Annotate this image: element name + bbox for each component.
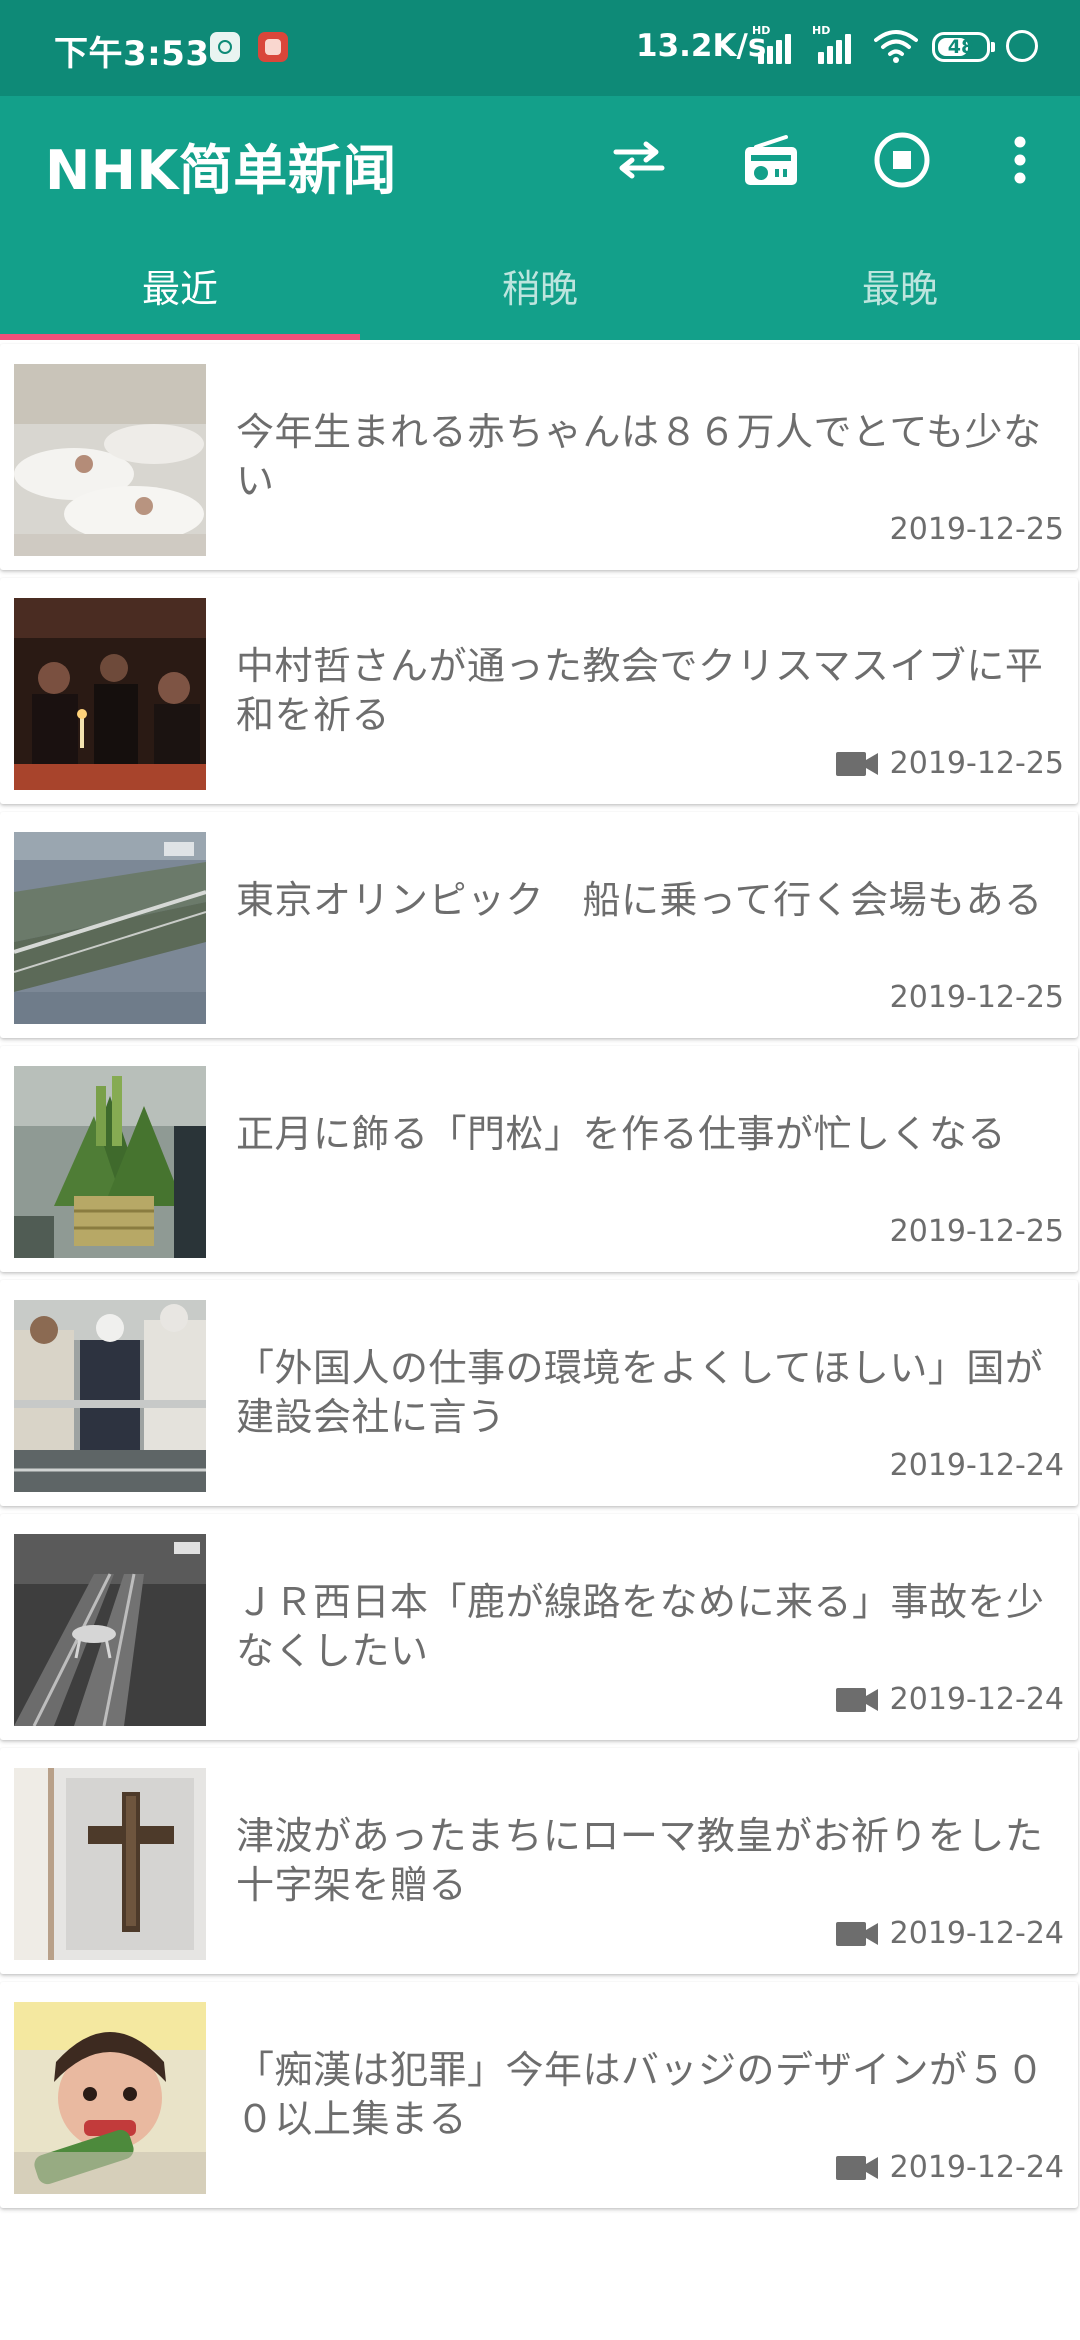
news-date: 2019-12-25 (889, 746, 1064, 781)
news-title: ＪＲ西日本「鹿が線路をなめに来る」事故を少なくしたい (236, 1580, 1045, 1673)
news-date: 2019-12-25 (889, 980, 1064, 1015)
battery-icon: 48 (932, 32, 995, 62)
more-vert-icon (1014, 136, 1026, 184)
status-time: 下午3:53 (54, 34, 210, 74)
news-item[interactable]: 津波があったまちにローマ教皇がお祈りをした十字架を贈る 2019-12-24 (0, 1748, 1078, 1974)
news-title: 中村哲さんが通った教会でクリスマスイブに平和を祈る (236, 644, 1044, 737)
news-thumbnail (14, 2002, 206, 2194)
status-bar: 下午3:53 13.2K/s HD HD 48 (0, 0, 1080, 96)
news-title: 今年生まれる赤ちゃんは８６万人でとても少ない (236, 410, 1042, 503)
news-date: 2019-12-24 (889, 1916, 1064, 1951)
news-item[interactable]: 東京オリンピック 船に乗って行く会場もある 2019-12-25 (0, 812, 1078, 1038)
news-title: 東京オリンピック 船に乗って行く会場もある (236, 878, 1043, 922)
hd-badge: HD (812, 24, 831, 37)
news-item[interactable]: ＪＲ西日本「鹿が線路をなめに来る」事故を少なくしたい 2019-12-24 (0, 1514, 1078, 1740)
radio-icon (745, 135, 797, 185)
more-options-button[interactable] (984, 124, 1056, 196)
swap-button[interactable] (603, 124, 675, 196)
news-item[interactable]: 中村哲さんが通った教会でクリスマスイブに平和を祈る 2019-12-25 (0, 578, 1078, 804)
video-camera-icon (836, 2156, 878, 2180)
video-camera-icon (836, 1922, 878, 1946)
tab-later[interactable]: 稍晚 (360, 242, 720, 340)
app-notification-icon (210, 32, 240, 62)
news-date: 2019-12-24 (889, 1448, 1064, 1483)
cellular-signal-icon: HD (812, 24, 856, 64)
tab-bar: 最近 稍晚 最晚 (0, 242, 1080, 340)
news-date: 2019-12-24 (889, 2150, 1064, 2185)
news-thumbnail (14, 364, 206, 556)
news-title: 「外国人の仕事の環境をよくしてほしい」国が建設会社に言う (236, 1346, 1044, 1439)
news-item[interactable]: 「外国人の仕事の環境をよくしてほしい」国が建設会社に言う 2019-12-24 (0, 1280, 1078, 1506)
news-thumbnail (14, 1768, 206, 1960)
news-item[interactable]: 正月に飾る「門松」を作る仕事が忙しくなる 2019-12-25 (0, 1046, 1078, 1272)
news-item[interactable]: 今年生まれる赤ちゃんは８６万人でとても少ない 2019-12-25 (0, 344, 1078, 570)
battery-level: 48 (947, 36, 975, 58)
hd-badge: HD (752, 24, 771, 37)
tab-indicator (0, 334, 360, 340)
tab-recent[interactable]: 最近 (0, 242, 360, 340)
news-date: 2019-12-25 (889, 512, 1064, 547)
video-camera-icon (836, 1688, 878, 1712)
news-thumbnail (14, 832, 206, 1024)
news-date: 2019-12-25 (889, 1214, 1064, 1249)
network-speed: 13.2K/s (636, 28, 767, 64)
data-saver-icon (1006, 30, 1038, 62)
news-title: 津波があったまちにローマ教皇がお祈りをした十字架を贈る (236, 1814, 1044, 1907)
news-title: 正月に飾る「門松」を作る仕事が忙しくなる (236, 1112, 1007, 1156)
video-camera-icon (836, 752, 878, 776)
app-title: NHK简单新闻 (45, 139, 397, 202)
app-bar: NHK简单新闻 最近 稍晚 最晚 (0, 96, 1080, 340)
swap-arrows-icon (613, 141, 665, 179)
news-thumbnail (14, 1300, 206, 1492)
app-notification-icon (258, 32, 288, 62)
tab-latest[interactable]: 最晚 (720, 242, 1080, 340)
news-date: 2019-12-24 (889, 1682, 1064, 1717)
wifi-icon (874, 30, 918, 63)
stop-button[interactable] (866, 124, 938, 196)
radio-button[interactable] (735, 124, 807, 196)
stop-circle-icon (874, 132, 930, 188)
news-item[interactable]: 「痴漢は犯罪」今年はバッジのデザインが５００以上集まる 2019-12-24 (0, 1982, 1078, 2208)
cellular-signal-icon: HD (752, 24, 796, 64)
news-thumbnail (14, 598, 206, 790)
news-title: 「痴漢は犯罪」今年はバッジのデザインが５００以上集まる (236, 2048, 1045, 2141)
news-thumbnail (14, 1066, 206, 1258)
news-thumbnail (14, 1534, 206, 1726)
